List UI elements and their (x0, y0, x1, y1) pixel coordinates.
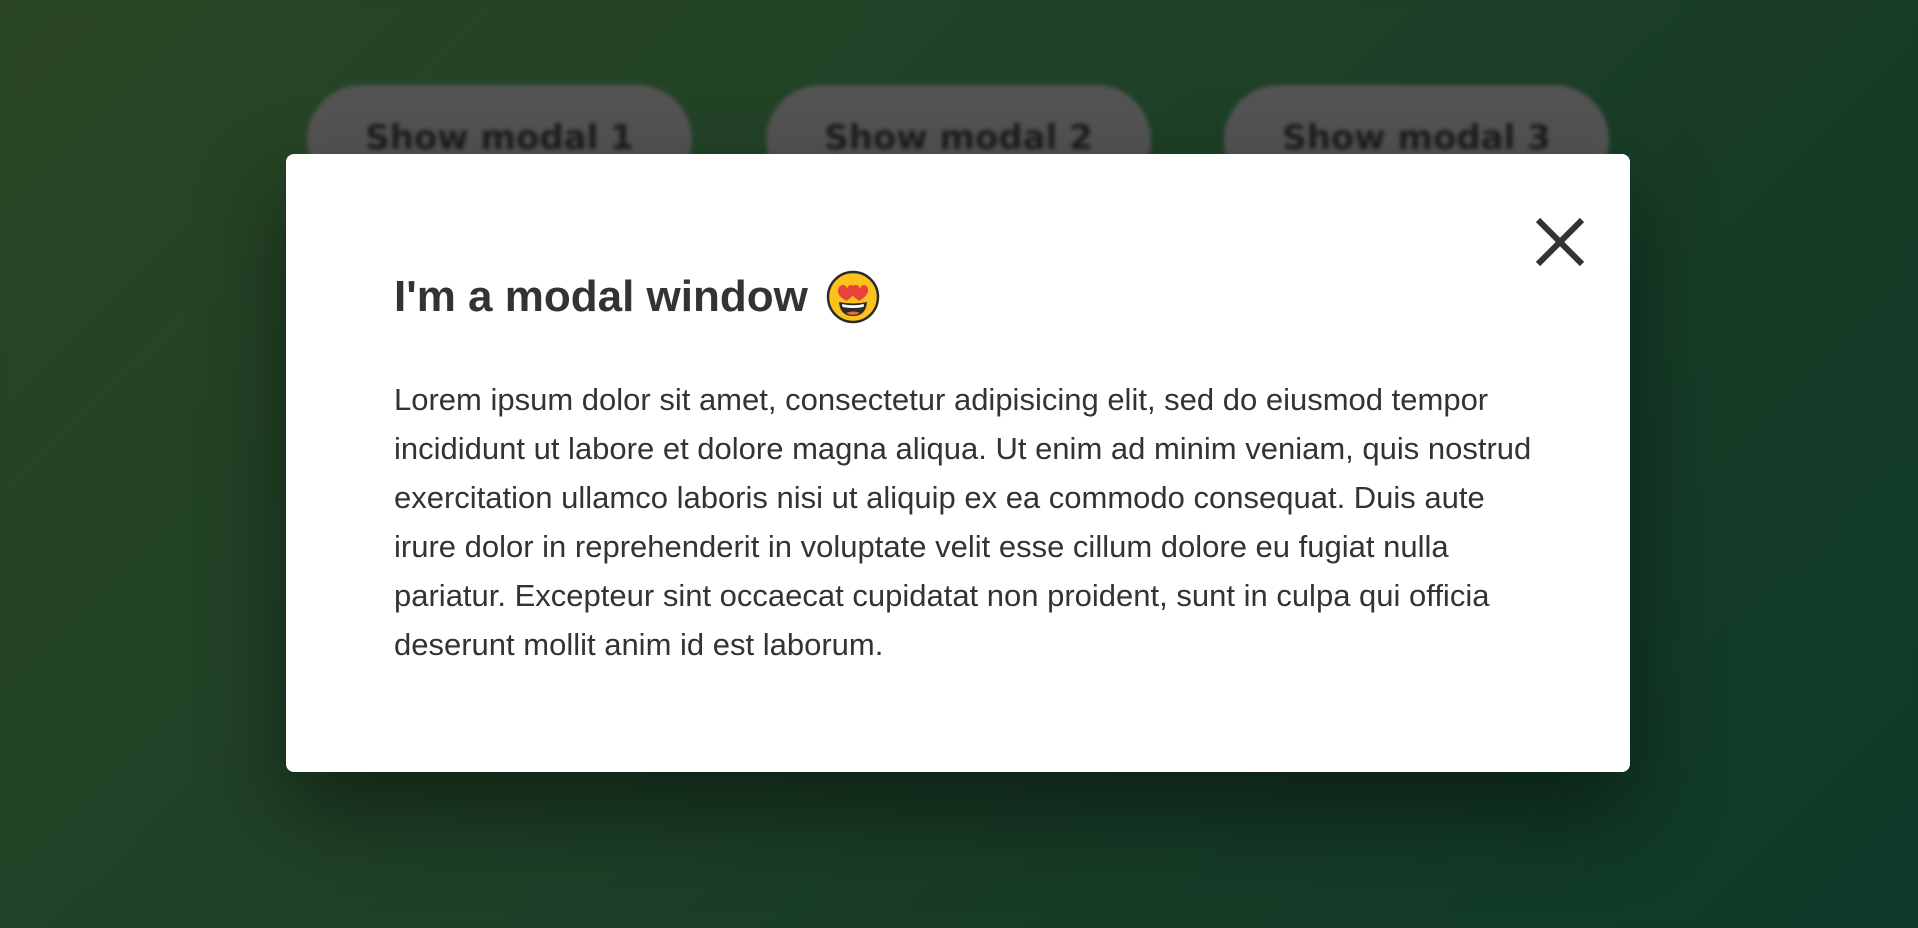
heart-eyes-emoji-icon (826, 270, 880, 324)
close-modal-button[interactable] (1530, 212, 1590, 272)
modal-title: I'm a modal window (394, 270, 880, 324)
modal-body-text: Lorem ipsum dolor sit amet, consectetur … (394, 382, 1532, 662)
close-icon (1535, 217, 1585, 267)
modal-title-text: I'm a modal window (394, 272, 808, 321)
modal-window: I'm a modal window Lorem ipsum dolor sit… (286, 154, 1630, 772)
